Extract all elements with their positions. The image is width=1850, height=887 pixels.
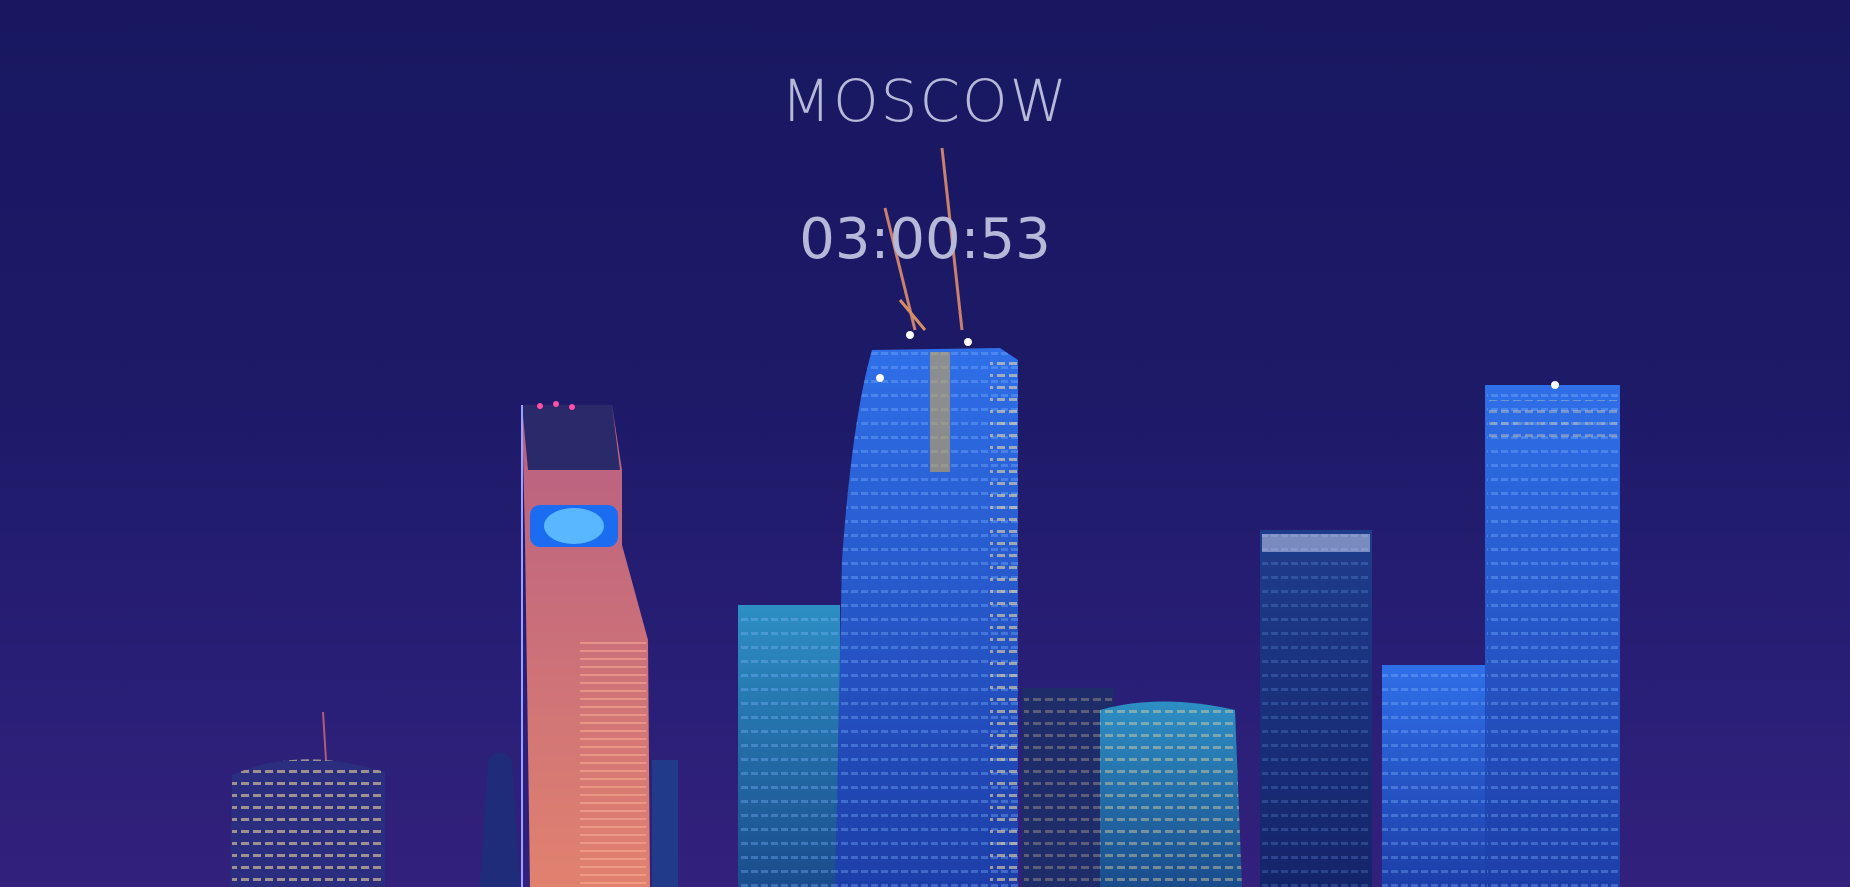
clock-time: 03:00:53	[799, 207, 1051, 272]
city-name: MOSCOW	[780, 67, 1069, 135]
app-root: MOSCOW 03:00:53	[0, 0, 1850, 887]
